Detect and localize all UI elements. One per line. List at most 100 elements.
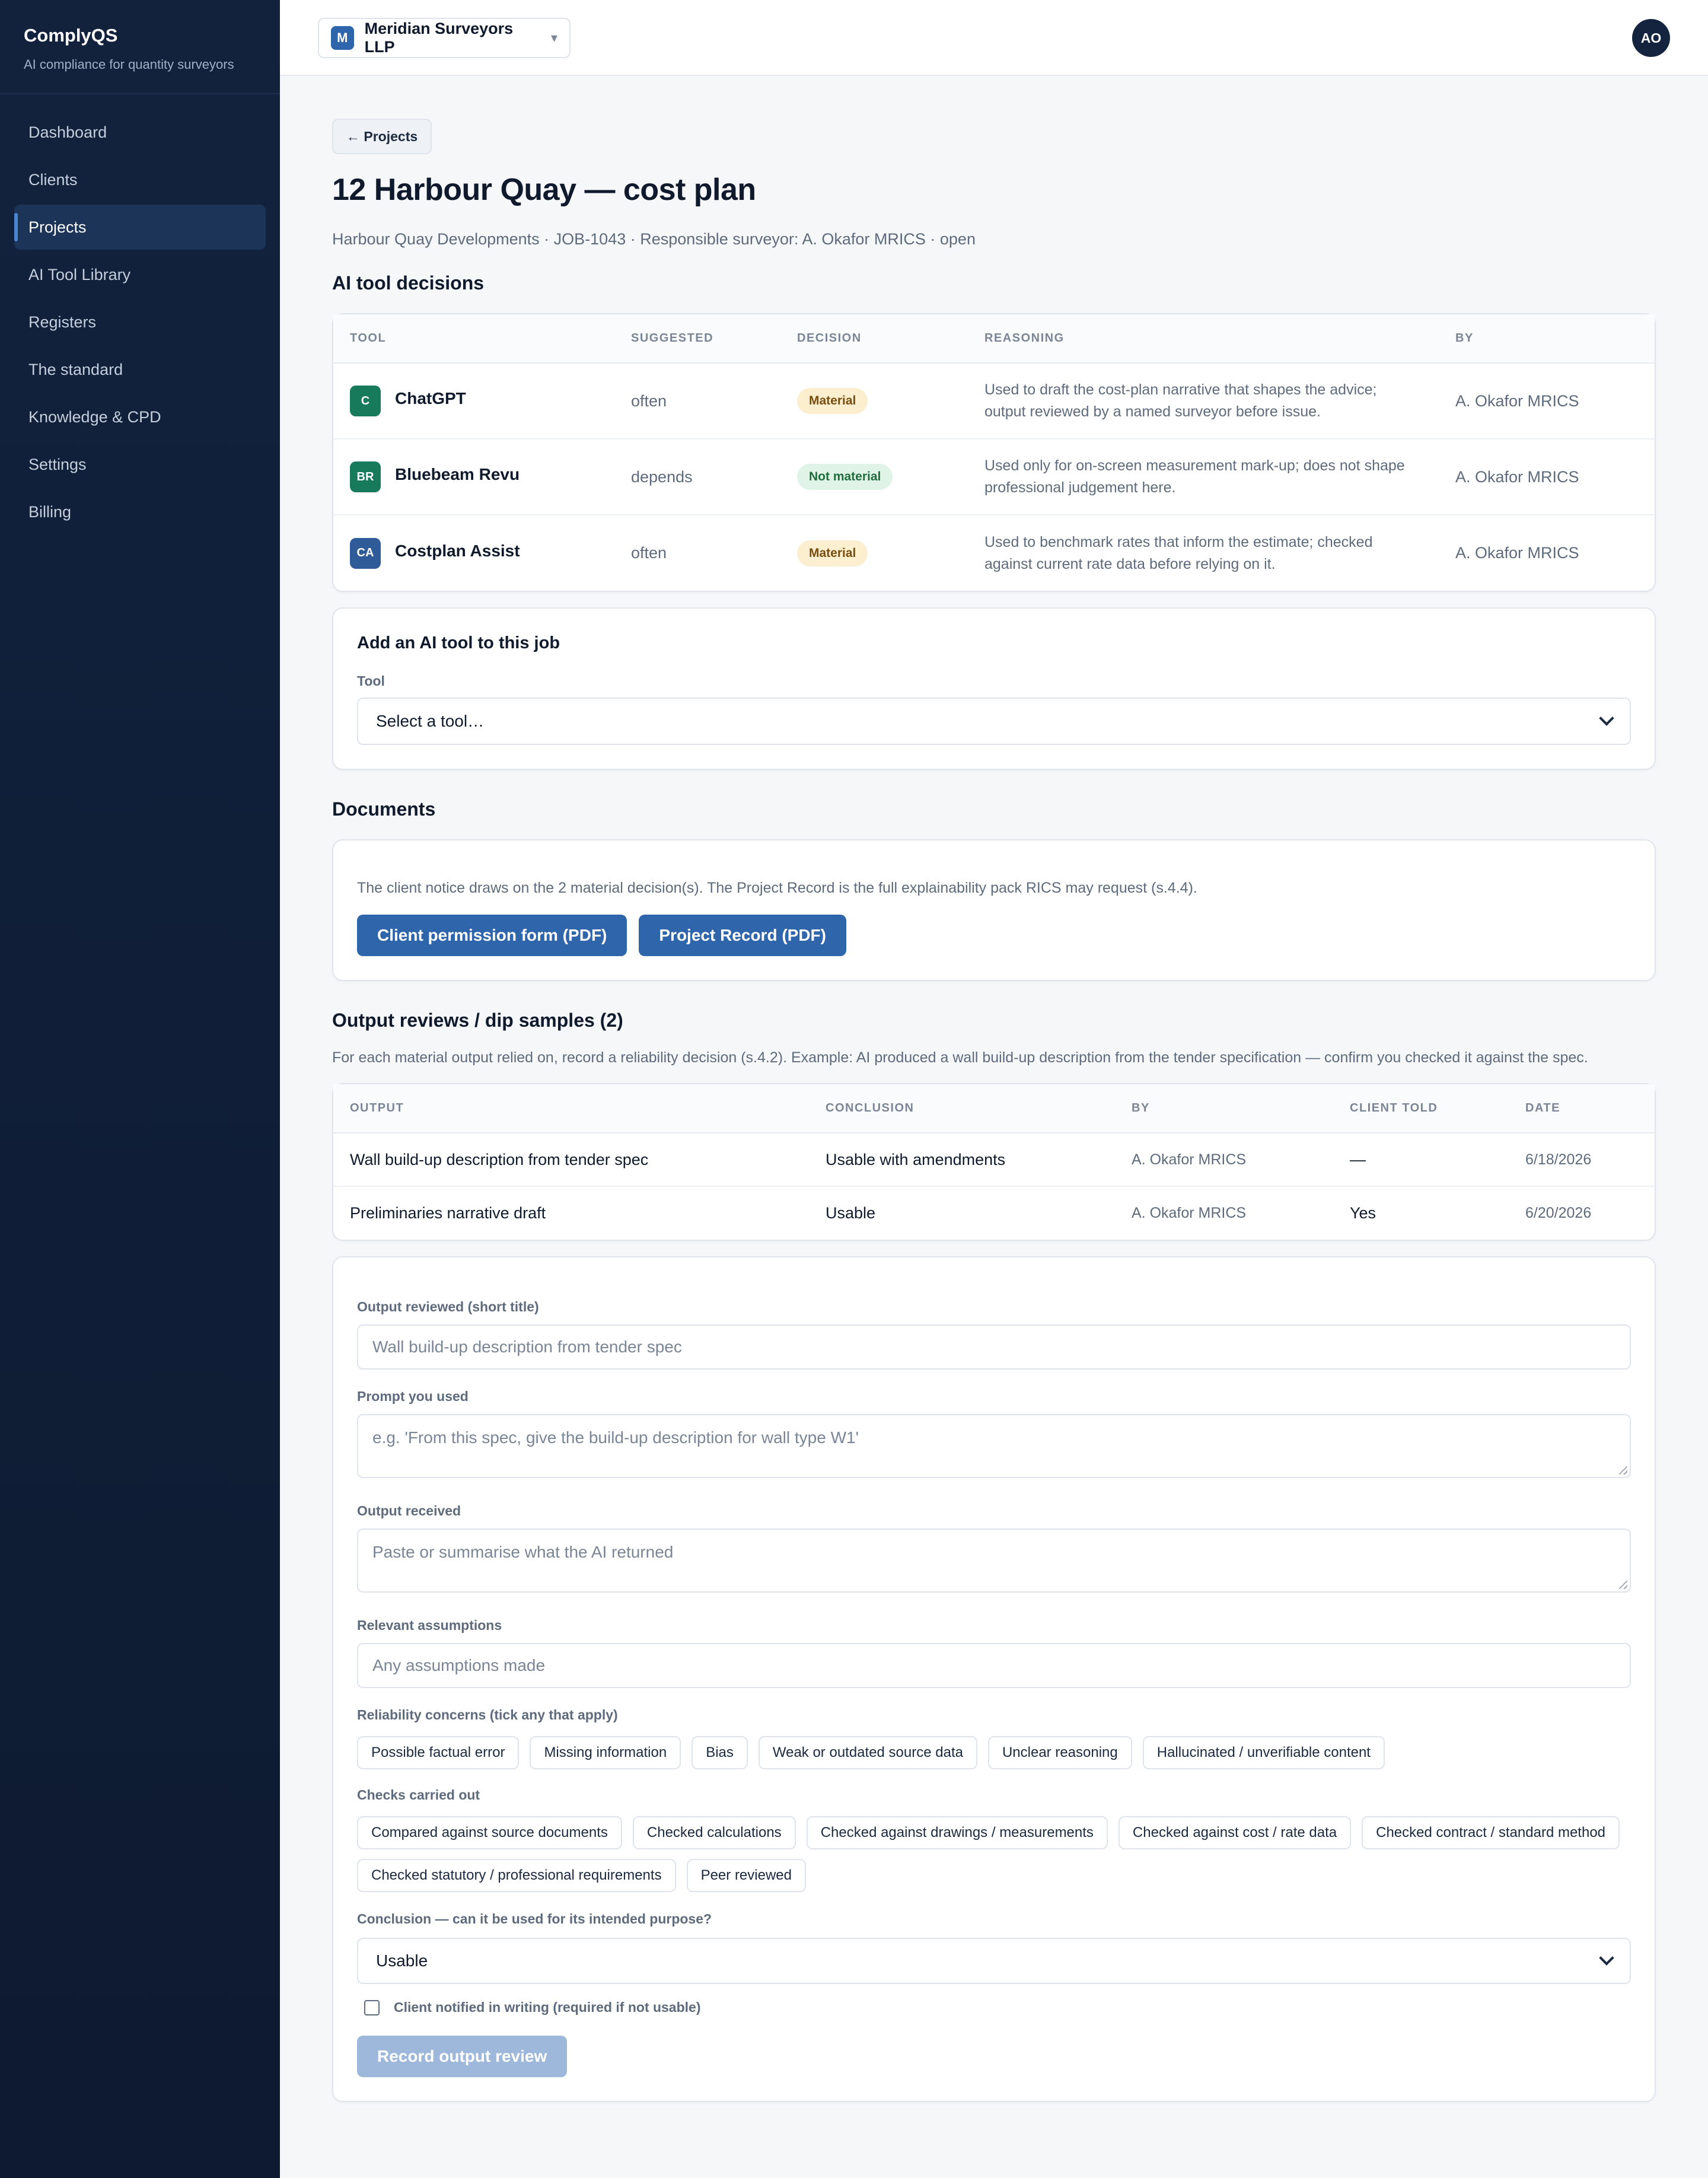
sidebar-item-billing[interactable]: Billing [14,489,266,534]
client-permission-pdf-button[interactable]: Client permission form (PDF) [357,915,627,956]
decision-badge: Material [797,388,868,414]
main-content: ← Projects 12 Harbour Quay — cost plan H… [332,119,1656,2102]
app-tagline: AI compliance for quantity surveyors [24,57,234,72]
check-chip[interactable]: Checked statutory / professional require… [357,1859,676,1892]
add-tool-title: Add an AI tool to this job [357,633,560,652]
output-title: Wall build-up description from tender sp… [333,1133,809,1187]
client-notified-checkbox[interactable] [364,1999,380,2015]
chevron-down-icon: ▾ [550,30,557,45]
decided-by: A. Okafor MRICS [1455,544,1579,562]
page-subtitle: Harbour Quay Developments · JOB-1043 · R… [332,230,976,248]
checks-chips: Compared against source documents Checke… [357,1816,1631,1892]
table-row[interactable]: BR Bluebeam Revu depends Not material Us… [333,439,1655,515]
app-name[interactable]: ComplyQS [24,25,256,46]
concern-chip[interactable]: Bias [692,1736,748,1769]
avatar[interactable]: AO [1632,19,1670,57]
output-review-form: Output reviewed (short title) Wall build… [332,1256,1656,2102]
check-chip[interactable]: Checked against cost / rate data [1118,1816,1352,1849]
reasoning-line: professional judgement here. [984,479,1176,496]
conclusion-label: Conclusion — can it be used for its inte… [357,1911,712,1927]
reasoning-text: Used only for on-screen measurement mark… [984,455,1422,499]
suggested-value: often [631,544,667,562]
reasoning-line: Used to draft the cost-plan narrative th… [984,381,1377,398]
org-switcher[interactable]: M Meridian Surveyors LLP ▾ [318,18,571,58]
record-output-review-button[interactable]: Record output review [357,2036,568,2077]
decision-badge: Material [797,540,868,566]
resize-handle-icon[interactable] [1619,1581,1627,1589]
col-header-reasoning: REASONING [968,314,1439,364]
reasoning-line: Used to benchmark rates that inform the … [984,533,1373,550]
prompt-textarea[interactable]: e.g. 'From this spec, give the build-up … [357,1414,1631,1478]
col-header-conclusion: CONCLUSION [809,1084,1115,1133]
reviews-table: OUTPUT CONCLUSION BY CLIENT TOLD DATE Wa… [332,1083,1656,1241]
resize-handle-icon[interactable] [1619,1466,1627,1475]
concern-chip[interactable]: Possible factual error [357,1736,520,1769]
conclusion-value: Usable with amendments [809,1133,1115,1187]
tool-logo-icon: C [350,386,381,416]
sidebar-item-registers[interactable]: Registers [14,300,266,345]
brand: ComplyQS AI compliance for quantity surv… [0,0,280,94]
assumptions-label: Relevant assumptions [357,1617,502,1633]
sidebar-item-clients[interactable]: Clients [14,157,266,202]
tool-select-value: Select a tool… [376,712,485,730]
prompt-label: Prompt you used [357,1389,469,1404]
concern-chip[interactable]: Hallucinated / unverifiable content [1142,1736,1385,1769]
table-row[interactable]: Wall build-up description from tender sp… [333,1133,1655,1187]
reviewed-by: A. Okafor MRICS [1115,1133,1333,1187]
decision-badge: Not material [797,464,893,490]
conclusion-select[interactable]: Usable [357,1938,1631,1984]
tool-select[interactable]: Select a tool… [357,698,1631,745]
table-row[interactable]: Preliminaries narrative draft Usable A. … [333,1186,1655,1240]
col-header-decision: DECISION [780,314,968,364]
output-received-textarea[interactable]: Paste or summarise what the AI returned [357,1529,1631,1593]
ai-decisions-table: TOOL SUGGESTED DECISION REASONING BY C C… [332,313,1656,592]
sidebar-item-projects[interactable]: Projects [14,205,266,250]
sidebar-item-settings[interactable]: Settings [14,442,266,487]
tool-name: Bluebeam Revu [395,465,520,483]
ai-decisions-title: AI tool decisions [332,272,485,294]
col-header-client-told: CLIENT TOLD [1333,1084,1509,1133]
back-to-projects-button[interactable]: ← Projects [332,119,432,154]
documents-title: Documents [332,798,436,820]
assumptions-input[interactable]: Any assumptions made [357,1643,1631,1688]
check-chip[interactable]: Compared against source documents [357,1816,622,1849]
sidebar-item-knowledge-cpd[interactable]: Knowledge & CPD [14,394,266,440]
tool-name: Costplan Assist [395,541,520,560]
output-reviewed-input[interactable]: Wall build-up description from tender sp… [357,1324,1631,1370]
sidebar-item-ai-tool-library[interactable]: AI Tool Library [14,252,266,297]
check-chip[interactable]: Peer reviewed [686,1859,806,1892]
checks-label: Checks carried out [357,1787,480,1803]
sidebar-nav: Dashboard Clients Projects AI Tool Libra… [0,94,280,552]
client-told-value: Yes [1350,1204,1376,1222]
check-chip[interactable]: Checked calculations [632,1816,796,1849]
col-header-output: OUTPUT [333,1084,809,1133]
col-header-by: BY [1439,314,1655,364]
check-chip[interactable]: Checked contract / standard method [1362,1816,1620,1849]
table-row[interactable]: C ChatGPT often Material Used to draft t… [333,363,1655,440]
sidebar-item-dashboard[interactable]: Dashboard [14,110,266,155]
documents-card: The client notice draws on the 2 materia… [332,839,1656,981]
output-received-label: Output received [357,1503,461,1518]
concerns-label: Reliability concerns (tick any that appl… [357,1707,618,1722]
check-chip[interactable]: Checked against drawings / measurements [806,1816,1108,1849]
reasoning-text: Used to benchmark rates that inform the … [984,531,1422,575]
output-reviewed-label: Output reviewed (short title) [357,1299,539,1314]
org-name: Meridian Surveyors LLP [364,20,514,56]
tool-logo-icon: CA [350,537,381,569]
concern-chip[interactable]: Unclear reasoning [987,1736,1132,1769]
reasoning-line: Used only for on-screen measurement mark… [984,457,1405,474]
conclusion-select-value: Usable [376,1951,428,1970]
decided-by: A. Okafor MRICS [1439,363,1655,440]
table-row[interactable]: CA Costplan Assist often Material Used t… [333,515,1655,591]
project-record-pdf-button[interactable]: Project Record (PDF) [639,915,846,956]
tool-name: ChatGPT [395,389,466,407]
reviewed-by: A. Okafor MRICS [1132,1205,1247,1221]
concerns-chips: Possible factual error Missing informati… [357,1736,1631,1769]
table-header-row: OUTPUT CONCLUSION BY CLIENT TOLD DATE [333,1084,1655,1133]
chevron-down-icon [1599,1950,1614,1966]
output-title: Preliminaries narrative draft [350,1204,546,1222]
sidebar-item-the-standard[interactable]: The standard [14,347,266,392]
concern-chip[interactable]: Weak or outdated source data [758,1736,977,1769]
concern-chip[interactable]: Missing information [530,1736,681,1769]
suggested-value: often [614,363,780,440]
